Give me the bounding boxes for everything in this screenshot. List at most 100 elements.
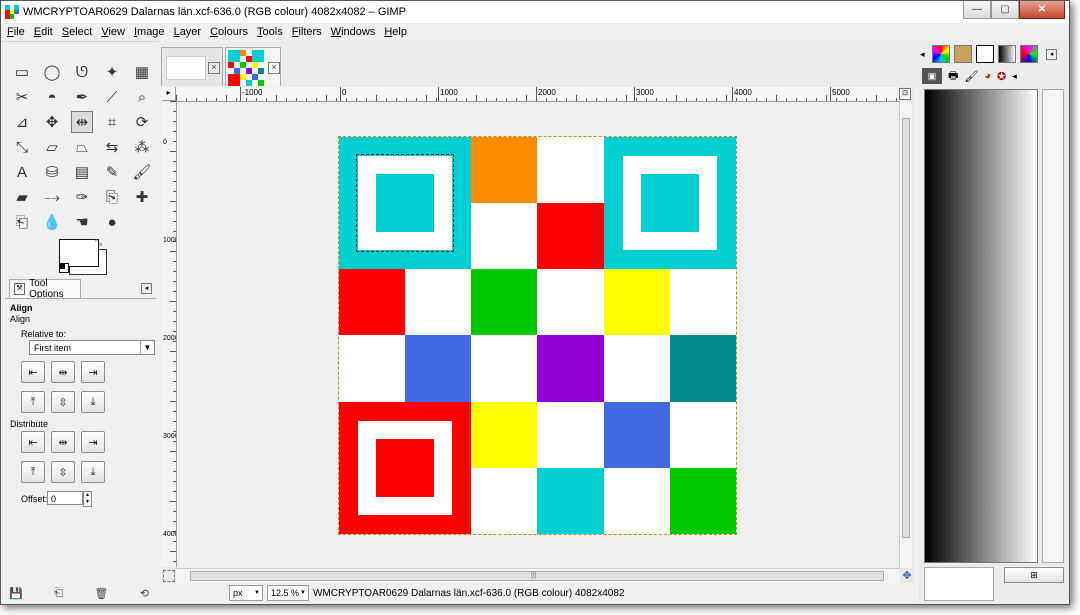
swap-colors-icon[interactable]: ⤡	[95, 237, 102, 248]
gradient-tab-icon[interactable]	[998, 45, 1016, 63]
free-select-icon[interactable]: ᘎ	[71, 61, 93, 83]
image-tab-blank[interactable]: ×	[161, 47, 223, 86]
horizontal-scrollbar[interactable]: |||	[176, 568, 900, 583]
align-right-button[interactable]: ⇥	[81, 361, 105, 383]
align-top-button[interactable]: ⤒	[21, 391, 45, 413]
save-options-icon[interactable]: 💾	[9, 587, 23, 601]
menu-edit[interactable]: Edit	[34, 26, 53, 38]
menu-select[interactable]: Select	[62, 26, 93, 38]
color-select-icon[interactable]: ▦	[131, 61, 153, 83]
blend-icon[interactable]: ▤	[71, 161, 93, 183]
ellipse-select-icon[interactable]: ◯	[41, 61, 63, 83]
text-icon[interactable]: A	[11, 161, 33, 183]
airbrush-icon[interactable]: ⤍	[41, 186, 63, 208]
shear-icon[interactable]: ▱	[41, 136, 63, 158]
eraser-icon[interactable]: ▰	[11, 186, 33, 208]
image-viewport[interactable]	[177, 102, 900, 568]
distribute-right-button[interactable]: ⇥	[81, 431, 105, 453]
menu-file[interactable]: File	[7, 26, 25, 38]
unit-dropdown[interactable]: px ▼	[229, 585, 263, 601]
horizontal-ruler[interactable]: -1000 0 1000 2000 3000 4000 5000	[176, 87, 900, 102]
distribute-top-button[interactable]: ⤒	[21, 461, 45, 483]
quick-mask-icon[interactable]	[163, 570, 175, 582]
dock-tab-menu-icon[interactable]: ◂	[1012, 71, 1017, 82]
close-button[interactable]: ✕	[1019, 1, 1065, 19]
gradient-preview[interactable]	[924, 89, 1038, 563]
distribute-left-button[interactable]: ⇤	[21, 431, 45, 453]
heal-icon[interactable]: ✚	[131, 186, 153, 208]
align-icon[interactable]: ⇹	[71, 111, 93, 133]
minimize-button[interactable]: —	[963, 1, 991, 19]
dock-menu-icon[interactable]: ◂	[1046, 49, 1057, 60]
colors-tab-icon[interactable]	[1020, 45, 1038, 63]
navigate-image-icon[interactable]: ✥	[901, 570, 913, 582]
dodge-burn-icon[interactable]: ●	[101, 211, 123, 233]
rect-select-icon[interactable]: ▭	[11, 61, 33, 83]
menu-filters[interactable]: Filters	[292, 26, 322, 38]
pencil-icon[interactable]: ✎	[101, 161, 123, 183]
paintbrush-icon[interactable]: 🖌	[131, 161, 153, 183]
dock-arrow-icon[interactable]: ◂	[920, 49, 925, 60]
delete-options-icon[interactable]: 🗑	[94, 587, 108, 601]
align-center-button[interactable]: ⇹	[51, 361, 75, 383]
tool-options-tab[interactable]: ⚒ Tool Options	[9, 278, 81, 300]
fg-bg-color-selector[interactable]: ⤡	[59, 237, 107, 275]
palette-tab-icon[interactable]	[932, 45, 950, 63]
perspective-clone-icon[interactable]: ⎗	[11, 211, 33, 233]
crop-icon[interactable]: ⌗	[101, 111, 123, 133]
cage-icon[interactable]: ⁂	[131, 136, 153, 158]
color-wheel-icon[interactable]: ◕	[984, 70, 991, 82]
horizontal-scroll-thumb[interactable]: |||	[190, 571, 884, 581]
align-middle-button[interactable]: ⇳	[51, 391, 75, 413]
perspective-icon[interactable]: ⏢	[71, 136, 93, 158]
foreground-select-icon[interactable]: ◓	[41, 86, 63, 108]
ink-icon[interactable]: ✑	[71, 186, 93, 208]
zoom-dropdown[interactable]: 12.5 % ▼	[267, 585, 309, 601]
fonts-icon[interactable]: ✪	[997, 70, 1006, 83]
align-left-button[interactable]: ⇤	[21, 361, 45, 383]
bucket-fill-icon[interactable]: ⛁	[41, 161, 63, 183]
scissors-select-icon[interactable]: ✂	[11, 86, 33, 108]
restore-options-icon[interactable]: ⎗	[54, 587, 63, 601]
ruler-corner-icon[interactable]: ▸	[162, 87, 176, 101]
fuzzy-select-icon[interactable]: ✦	[101, 61, 123, 83]
rotate-icon[interactable]: ⟳	[131, 111, 153, 133]
menu-tools[interactable]: Tools	[257, 26, 283, 38]
menu-image[interactable]: Image	[134, 26, 165, 38]
close-tab-icon[interactable]: ×	[268, 62, 280, 74]
dock-bottom-button[interactable]: ⊞	[1004, 567, 1064, 583]
blur-icon[interactable]: 💧	[41, 211, 63, 233]
dock-menu-icon[interactable]: ◂	[141, 283, 152, 294]
paths-icon[interactable]: ✒	[71, 86, 93, 108]
brush-icon[interactable]: 🖌	[964, 70, 978, 83]
menu-windows[interactable]: Windows	[331, 26, 376, 38]
offset-spinner-icon[interactable]: ▲ ▼	[83, 491, 92, 507]
image-tab-icon[interactable]: ▣	[922, 68, 942, 84]
scale-icon[interactable]: ⤡	[11, 136, 33, 158]
pattern-tab-icon[interactable]	[954, 45, 972, 63]
color-picker-icon[interactable]: ⟋	[101, 86, 123, 108]
maximize-button[interactable]: ▢	[991, 1, 1019, 19]
flip-icon[interactable]: ⇆	[101, 136, 123, 158]
clone-icon[interactable]: ⎘	[101, 186, 123, 208]
menu-help[interactable]: Help	[384, 26, 407, 38]
menu-colours[interactable]: Colours	[210, 26, 248, 38]
menu-layer[interactable]: Layer	[174, 26, 202, 38]
menu-view[interactable]: View	[101, 26, 125, 38]
distribute-center-button[interactable]: ⇹	[51, 431, 75, 453]
vertical-scrollbar[interactable]	[899, 102, 912, 568]
vertical-ruler[interactable]: 0 1000 2000 3000 4000	[162, 101, 177, 567]
move-icon[interactable]: ✥	[41, 111, 63, 133]
distribute-bottom-button[interactable]: ⤓	[81, 461, 105, 483]
document-history-icon[interactable]: 🖶	[948, 67, 958, 86]
measure-icon[interactable]: ⊿	[11, 111, 33, 133]
relative-to-dropdown[interactable]: First item ▼	[29, 340, 155, 355]
align-bottom-button[interactable]: ⤓	[81, 391, 105, 413]
distribute-middle-button[interactable]: ⇳	[51, 461, 75, 483]
navigate-icon[interactable]: ⊡	[899, 88, 911, 100]
zoom-icon[interactable]: ⌕	[131, 86, 153, 108]
vertical-scroll-thumb[interactable]	[902, 118, 910, 538]
offset-input[interactable]: 0	[47, 491, 83, 505]
reset-colors-icon[interactable]	[59, 263, 69, 273]
close-tab-icon[interactable]: ×	[208, 62, 220, 74]
